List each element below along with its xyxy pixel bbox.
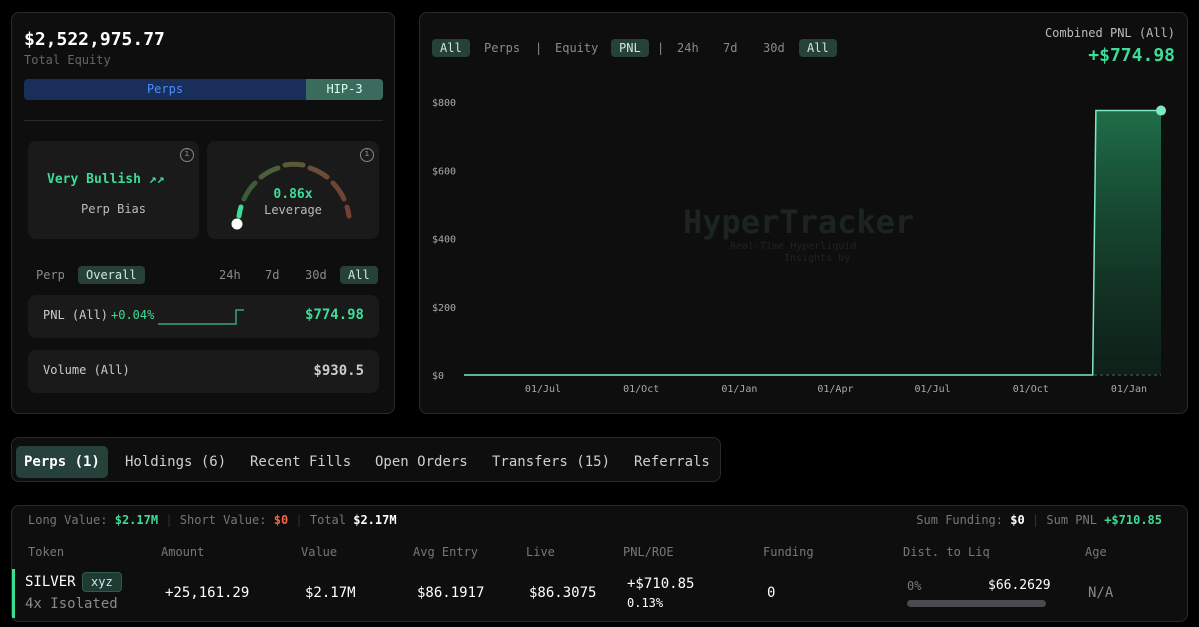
col-avg-entry[interactable]: Avg Entry xyxy=(413,545,478,559)
volume-value: $930.5 xyxy=(313,363,364,379)
y-tick-label: $0 xyxy=(432,371,444,382)
col-live[interactable]: Live xyxy=(526,545,555,559)
segment-perps[interactable]: Perps xyxy=(24,79,306,100)
table-row[interactable]: SILVER xyz 4x Isolated +25,161.29 $2.17M… xyxy=(12,569,1187,619)
tab-transfers[interactable]: Transfers (15) xyxy=(484,446,618,478)
pnl-label: PNL (All) xyxy=(43,308,109,322)
tab-holdings[interactable]: Holdings (6) xyxy=(117,446,234,478)
summary-left: Long Value: $2.17M | Short Value: $0 | T… xyxy=(28,513,397,527)
perp-bias-value: Very Bullish ↗↗ xyxy=(47,172,164,187)
period-7d[interactable]: 7d xyxy=(257,266,287,284)
segment-hip3[interactable]: HIP-3 xyxy=(306,79,383,100)
pnl-change: +0.04% xyxy=(111,308,155,322)
token-badge: xyz xyxy=(82,572,122,592)
period-24h[interactable]: 24h xyxy=(211,266,249,284)
x-tick-label: 01/Jul xyxy=(915,384,951,395)
x-tick-label: 01/Jul xyxy=(525,384,561,395)
pnl-line xyxy=(464,109,1161,376)
liq-price: $66.2629 xyxy=(988,578,1051,593)
col-token[interactable]: Token xyxy=(28,545,64,559)
x-tick-label: 01/Oct xyxy=(1013,384,1049,395)
total-label: Total xyxy=(309,513,346,527)
pnl-chart[interactable]: $0 $200 $400 $600 $800 01/Jul 01/Oct 01/Jan 01/A… xyxy=(420,13,1189,415)
x-tick-label: 01/Jan xyxy=(721,384,757,395)
volume-label: Volume (All) xyxy=(43,363,130,377)
live-price: $86.3075 xyxy=(529,585,597,601)
pnl-card: PNL (All) +0.04% $774.98 xyxy=(28,295,379,338)
volume-card: Volume (All) $930.5 xyxy=(28,350,379,393)
pnl-sparkline xyxy=(158,309,244,325)
col-amount[interactable]: Amount xyxy=(161,545,204,559)
tab-recent-fills[interactable]: Recent Fills xyxy=(242,446,359,478)
account-card: $2,522,975.77 Total Equity Perps HIP-3 i… xyxy=(11,12,395,414)
tab-open-orders[interactable]: Open Orders xyxy=(367,446,476,478)
total-value: $2.17M xyxy=(353,513,397,527)
col-funding[interactable]: Funding xyxy=(763,545,814,559)
pnl-value: $774.98 xyxy=(304,307,364,323)
period-all[interactable]: All xyxy=(340,266,378,284)
amount: +25,161.29 xyxy=(165,585,250,601)
summary-right: Sum Funding: $0 | Sum PNL +$710.85 xyxy=(916,513,1162,527)
y-tick-label: $200 xyxy=(432,303,456,314)
row-accent xyxy=(12,569,15,618)
col-dist-to-liq[interactable]: Dist. to Liq xyxy=(903,545,990,559)
leverage-card: i 0.86x Leverage xyxy=(207,141,379,239)
y-tick-label: $400 xyxy=(432,235,456,246)
tab-perps[interactable]: Perps (1) xyxy=(16,446,108,478)
y-tick-label: $800 xyxy=(432,98,456,109)
pnl-chart-card: All Perps | Equity PNL | 24h 7d 30d All … xyxy=(419,12,1188,414)
total-equity-value: $2,522,975.77 xyxy=(24,29,165,50)
short-value: $0 xyxy=(273,513,289,527)
long-value: $2.17M xyxy=(114,513,159,527)
y-tick-label: $600 xyxy=(432,166,456,177)
col-pnl-roe[interactable]: PNL/ROE xyxy=(623,545,674,559)
filter-overall[interactable]: Overall xyxy=(78,266,145,284)
sum-pnl-label: Sum PNL xyxy=(1046,513,1097,527)
total-equity-label: Total Equity xyxy=(24,53,111,67)
liq-percent: 0% xyxy=(907,579,922,593)
perp-bias-card: i Very Bullish ↗↗ Perp Bias xyxy=(28,141,199,239)
sum-pnl-value: +$710.85 xyxy=(1104,513,1162,527)
period-30d[interactable]: 30d xyxy=(297,266,335,284)
position-mode: 4x Isolated xyxy=(25,596,118,612)
gauge-indicator xyxy=(231,218,243,230)
leverage-label: Leverage xyxy=(264,203,322,217)
liq-distance-bar xyxy=(907,600,1046,607)
last-point-marker xyxy=(1156,105,1166,116)
divider xyxy=(24,120,383,121)
age: N/A xyxy=(1088,585,1114,601)
x-tick-label: 01/Apr xyxy=(817,384,853,395)
filter-perp[interactable]: Perp xyxy=(28,266,73,284)
positions-tabs: Perps (1) Holdings (6) Recent Fills Open… xyxy=(11,437,721,482)
sum-funding-label: Sum Funding: xyxy=(916,513,1003,527)
segment-hip3-label: HIP-3 xyxy=(326,82,363,96)
roe: 0.13% xyxy=(627,596,664,610)
x-tick-label: 01/Oct xyxy=(623,384,659,395)
avg-entry: $86.1917 xyxy=(417,585,485,601)
leverage-value: 0.86x xyxy=(273,187,313,202)
trending-up-icon: ↗↗ xyxy=(140,172,165,187)
short-value-label: Short Value: xyxy=(179,513,267,527)
tab-referrals[interactable]: Referrals xyxy=(626,446,718,478)
col-value[interactable]: Value xyxy=(301,545,337,559)
col-age[interactable]: Age xyxy=(1085,545,1107,559)
long-value-label: Long Value: xyxy=(28,513,108,527)
pnl: +$710.85 xyxy=(627,576,695,592)
x-tick-label: 01/Jan xyxy=(1111,384,1147,395)
info-icon[interactable]: i xyxy=(180,148,194,162)
sum-funding-value: $0 xyxy=(1010,513,1025,527)
token-name: SILVER xyxy=(25,574,76,590)
pnl-area xyxy=(464,110,1161,375)
funding: 0 xyxy=(767,585,776,601)
perp-bias-label: Perp Bias xyxy=(80,202,147,216)
perp-bias-text: Very Bullish xyxy=(47,172,141,187)
position-value: $2.17M xyxy=(305,585,356,601)
segment-perps-label: Perps xyxy=(146,82,184,96)
